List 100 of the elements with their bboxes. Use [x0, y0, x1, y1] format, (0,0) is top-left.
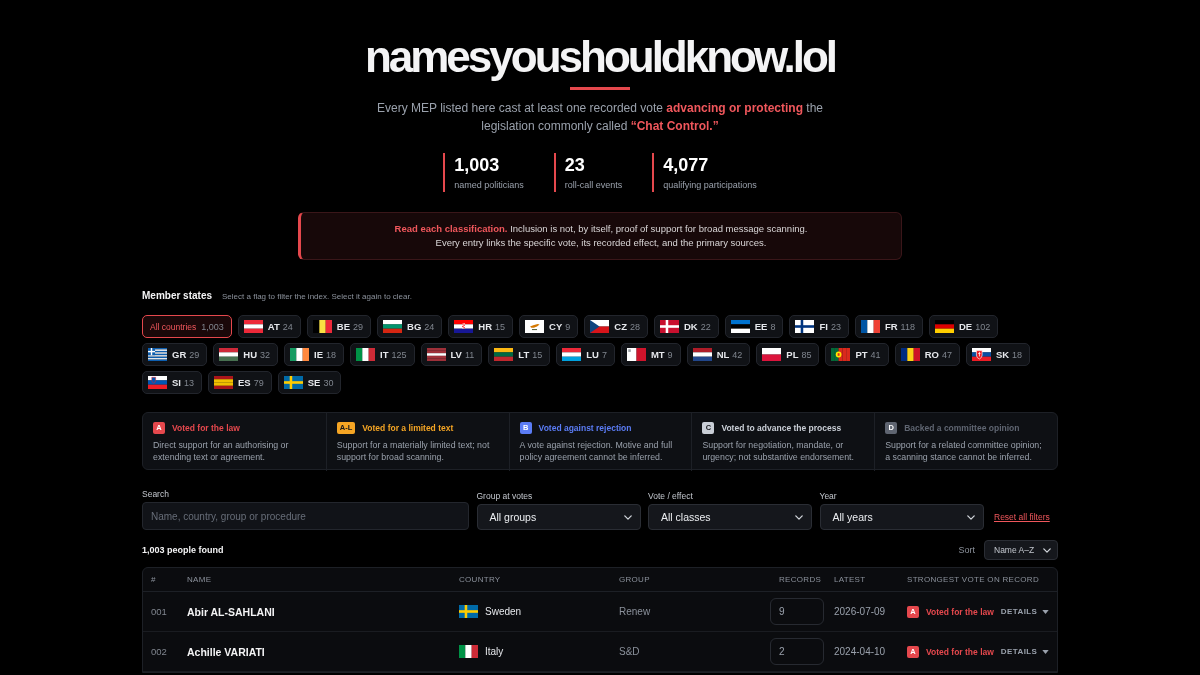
flag-icon [900, 348, 920, 361]
latest-date: 2024-04-10 [834, 646, 887, 657]
flag-icon [290, 348, 309, 361]
country-chip[interactable]: BG 24 [377, 315, 443, 338]
country-chip[interactable]: LU 7 [556, 343, 615, 366]
flag-icon [214, 376, 233, 389]
class-title: Voted to advance the process [721, 422, 842, 433]
details-button[interactable]: DETAILS [1000, 647, 1050, 656]
flag-icon [148, 348, 167, 361]
vote-label: Voted for the law [926, 606, 994, 617]
country-chip[interactable]: NL 42 [686, 343, 751, 366]
flag-icon [459, 645, 478, 658]
column-header: GROUP [619, 575, 651, 584]
accent-bar [570, 87, 630, 90]
country-chip[interactable]: LV 11 [420, 343, 483, 366]
flag-icon [283, 376, 303, 389]
vote-label: Voted for the law [926, 646, 994, 657]
caret-icon [1042, 649, 1050, 654]
flag-icon [831, 348, 851, 361]
country-chip[interactable]: IE 18 [284, 343, 344, 366]
flag-icon [454, 320, 474, 333]
flag-icon [692, 348, 712, 361]
group-name: S&D [619, 646, 641, 657]
flag-icon [148, 376, 167, 389]
country-chip[interactable]: SE 30 [277, 371, 342, 394]
reset-link[interactable]: Reset all filters [994, 512, 1050, 522]
notice-text: Every entry links the specific vote, its recorded effect, and the primary sources. [434, 236, 768, 250]
country-chip[interactable]: FR 118 [854, 315, 923, 338]
country-chip[interactable]: MT 9 [620, 343, 681, 366]
flag-icon [934, 320, 954, 333]
stat-value: 1,003 [454, 154, 501, 176]
country-chip[interactable]: BE 29 [306, 315, 372, 338]
flag-icon [730, 320, 750, 333]
flag-icon [659, 320, 679, 333]
country-chip[interactable]: CZ 28 [584, 315, 648, 338]
country-chip[interactable]: LT 15 [488, 343, 551, 366]
chevron-down-icon [623, 514, 632, 520]
row-number: 002 [151, 646, 168, 657]
country-chip[interactable]: AT 24 [237, 315, 301, 338]
filter-dropdown[interactable]: All groups [476, 504, 641, 530]
column-header: LATEST [834, 575, 867, 584]
flag-icon [562, 348, 582, 361]
person-name: Achille VARIATI [187, 645, 266, 658]
site-title: namesyoushouldknow.lol [363, 32, 837, 82]
class-description: Direct support for an authorising or extending text or agreement. [153, 439, 290, 463]
flag-icon [494, 348, 514, 361]
field-label: Search [142, 488, 170, 500]
flag-icon [312, 320, 332, 333]
stat-value: 23 [564, 154, 586, 176]
flag-icon [356, 348, 375, 361]
caret-icon [1042, 609, 1050, 614]
country-chip[interactable]: HR 15 [448, 315, 514, 338]
stat-value: 4,077 [663, 154, 710, 176]
country-chip[interactable]: HU 32 [213, 343, 278, 366]
country-name: Sweden [485, 606, 522, 617]
chevron-down-icon [795, 514, 803, 520]
country-chip[interactable]: PT 41 [825, 343, 889, 366]
country-chip[interactable]: All countries 1,003 [142, 315, 232, 338]
details-button[interactable]: DETAILS [1000, 607, 1050, 616]
flag-icon [219, 348, 239, 361]
stat-label: roll-call events [564, 179, 623, 191]
latest-date: 2026-07-09 [834, 606, 887, 617]
flag-icon [383, 320, 403, 333]
column-header: NAME [187, 575, 213, 584]
sort-dropdown[interactable]: Name A–Z [984, 540, 1058, 560]
flag-icon [971, 348, 991, 361]
flag-icon [525, 320, 545, 333]
country-chip[interactable]: ES 79 [208, 371, 272, 394]
country-chip[interactable]: SK 18 [965, 343, 1031, 366]
class-title: Voted against rejection [538, 422, 632, 433]
search-field[interactable]: Name, country, group or procedure [142, 502, 469, 530]
country-name: Italy [485, 646, 504, 657]
country-chip[interactable]: EE 8 [724, 315, 784, 338]
country-chip[interactable]: DE 102 [928, 315, 999, 338]
flag-icon [590, 320, 610, 333]
stat-label: qualifying participations [663, 179, 757, 191]
country-chip[interactable]: PL 85 [756, 343, 820, 366]
country-chip[interactable]: CY 9 [519, 315, 579, 338]
country-chip[interactable]: GR 29 [142, 343, 208, 366]
section-hint: Select a flag to filter the index. Select it again to clear. [222, 292, 412, 301]
field-label: Group at votes [476, 490, 534, 502]
group-name: Renew [619, 606, 652, 617]
field-label: Year [819, 490, 838, 502]
country-chip[interactable]: RO 47 [894, 343, 960, 366]
flag-icon [795, 320, 815, 333]
chevron-down-icon [966, 514, 975, 520]
records-count: 2 [770, 638, 824, 665]
filter-dropdown[interactable]: All years [819, 504, 984, 530]
flag-icon [626, 348, 646, 361]
country-chip[interactable]: FI 23 [789, 315, 849, 338]
filter-dropdown[interactable]: All classes [648, 504, 812, 530]
flag-icon [459, 605, 478, 618]
country-chip[interactable]: DK 22 [653, 315, 719, 338]
column-header: COUNTRY [459, 575, 502, 584]
class-description: Support for negotiation, mandate, or urgency; not substantive endorsement. [702, 439, 855, 463]
country-chip[interactable]: IT 125 [350, 343, 415, 366]
flag-icon [860, 320, 880, 333]
row-number: 001 [151, 606, 168, 617]
country-chip[interactable]: SI 13 [142, 371, 202, 394]
column-header: RECORDS [778, 575, 823, 584]
